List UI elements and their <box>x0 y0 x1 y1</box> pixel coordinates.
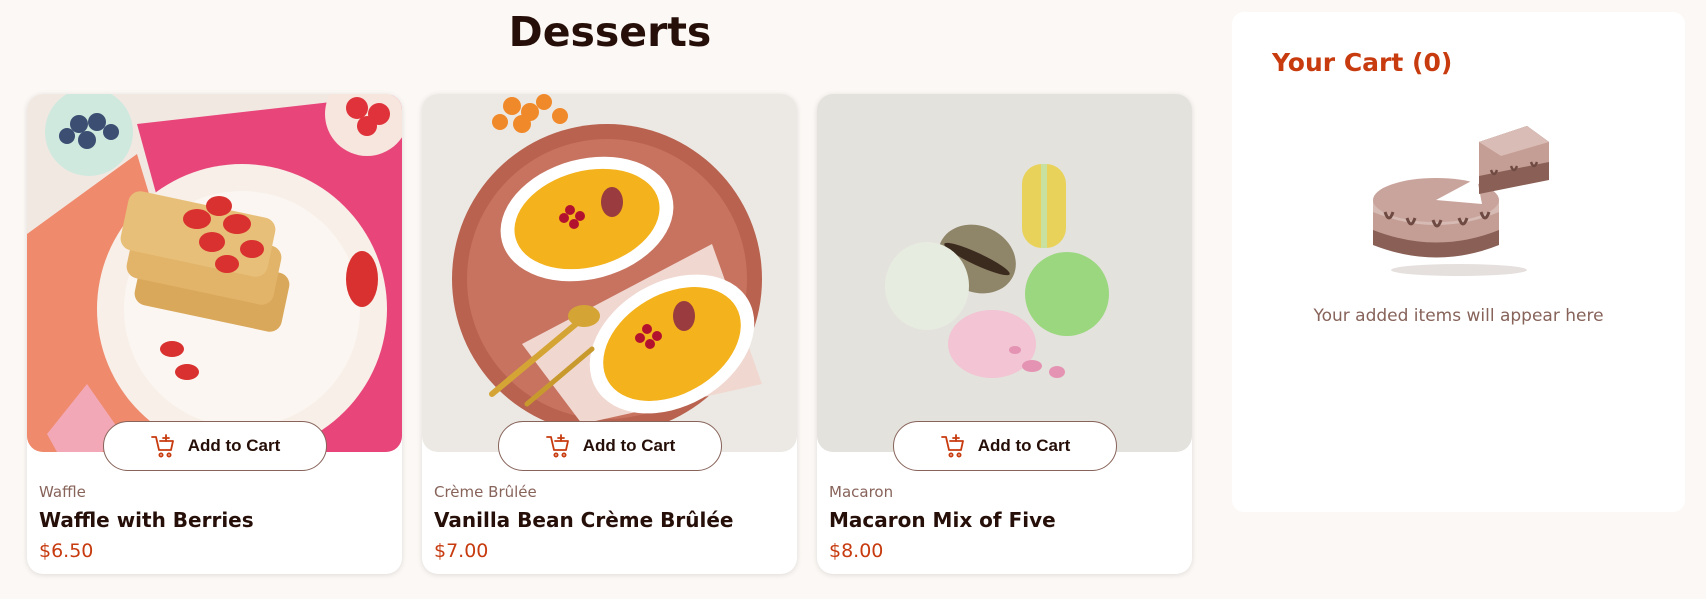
product-price: $6.50 <box>39 540 94 562</box>
cart-plus-icon <box>150 433 176 459</box>
product-name: Vanilla Bean Crème Brûlée <box>434 508 734 532</box>
page-title: Desserts <box>508 8 712 56</box>
product-card-waffle: Add to Cart Waffle Waffle with Berries $… <box>27 94 402 574</box>
product-card-macaron: Add to Cart Macaron Macaron Mix of Five … <box>817 94 1192 574</box>
product-name: Waffle with Berries <box>39 508 254 532</box>
add-to-cart-button[interactable]: Add to Cart <box>498 421 722 471</box>
product-price: $8.00 <box>829 540 884 562</box>
product-image-waffle <box>27 94 402 452</box>
product-name: Macaron Mix of Five <box>829 508 1056 532</box>
product-price: $7.00 <box>434 540 489 562</box>
cart-title: Your Cart (0) <box>1272 48 1453 77</box>
add-to-cart-label: Add to Cart <box>582 436 676 455</box>
product-image-creme-brulee <box>422 94 797 452</box>
product-category: Waffle <box>39 483 86 501</box>
cart-panel: Your Cart (0) Your added items will appe… <box>1232 12 1685 512</box>
product-card-creme-brulee: Add to Cart Crème Brûlée Vanilla Bean Cr… <box>422 94 797 574</box>
product-image-macaron <box>817 94 1192 452</box>
add-to-cart-button[interactable]: Add to Cart <box>893 421 1117 471</box>
cake-illustration <box>1367 120 1552 284</box>
cart-empty-message: Your added items will appear here <box>1313 306 1604 326</box>
add-to-cart-label: Add to Cart <box>187 436 281 455</box>
add-to-cart-label: Add to Cart <box>977 436 1071 455</box>
product-category: Macaron <box>829 483 894 501</box>
cart-plus-icon <box>940 433 966 459</box>
cart-plus-icon <box>545 433 571 459</box>
add-to-cart-button[interactable]: Add to Cart <box>103 421 327 471</box>
product-category: Crème Brûlée <box>434 483 537 501</box>
